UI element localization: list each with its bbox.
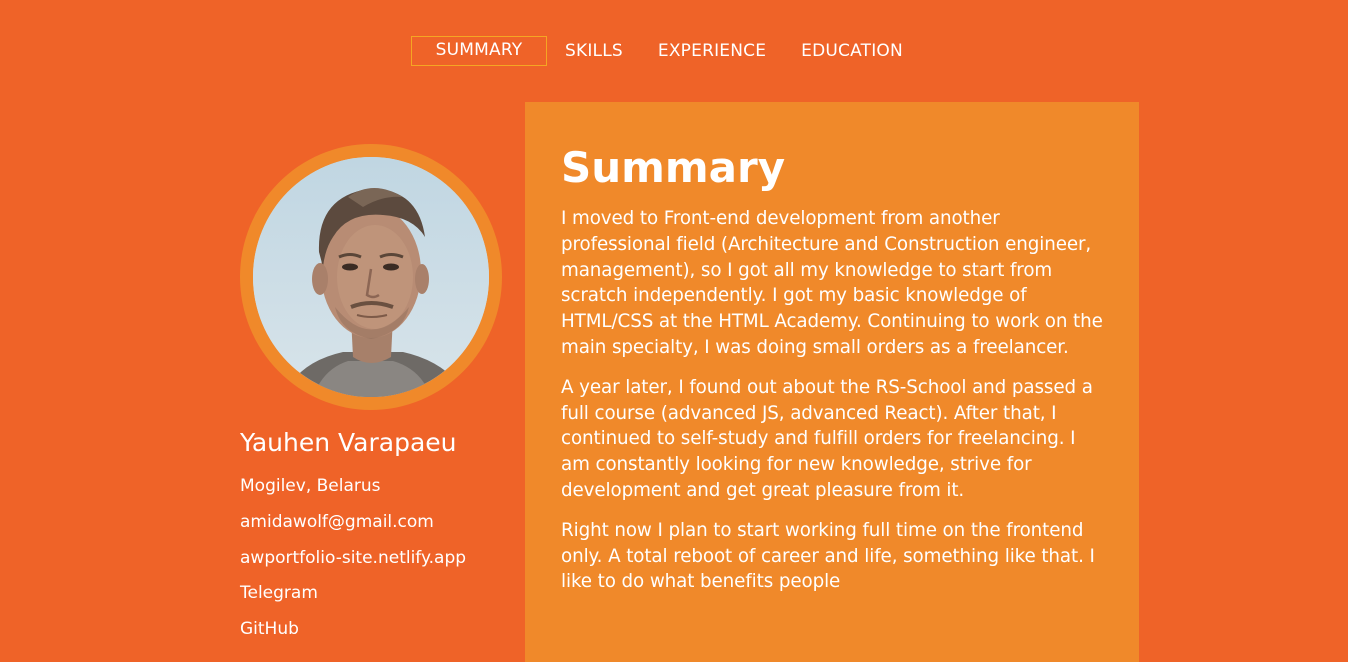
- nav-education[interactable]: EDUCATION: [783, 36, 920, 66]
- nav-summary[interactable]: SUMMARY: [411, 36, 547, 66]
- summary-paragraph: A year later, I found out about the RS-S…: [561, 376, 1093, 501]
- contact-telegram[interactable]: Telegram: [240, 581, 466, 617]
- nav-experience[interactable]: EXPERIENCE: [640, 36, 783, 66]
- contact-email[interactable]: amidawolf@gmail.com: [240, 510, 466, 546]
- summary-paragraph: Right now I plan to start working full t…: [561, 519, 1095, 593]
- contact-location: Mogilev, Belarus: [240, 476, 381, 496]
- summary-panel: Summary I moved to Front-end development…: [525, 102, 1139, 662]
- summary-paragraph: I moved to Front-end development from an…: [561, 208, 1103, 358]
- contact-website[interactable]: awportfolio-site.netlify.app: [240, 546, 466, 582]
- profile-photo: [253, 157, 489, 397]
- contact-list: Mogilev, Belarus amidawolf@gmail.com awp…: [240, 474, 466, 653]
- summary-title: Summary: [561, 143, 786, 192]
- nav-skills[interactable]: SKILLS: [547, 36, 640, 66]
- avatar: [253, 157, 489, 397]
- contact-github[interactable]: GitHub: [240, 617, 466, 653]
- profile-name: Yauhen Varapaeu: [240, 428, 457, 457]
